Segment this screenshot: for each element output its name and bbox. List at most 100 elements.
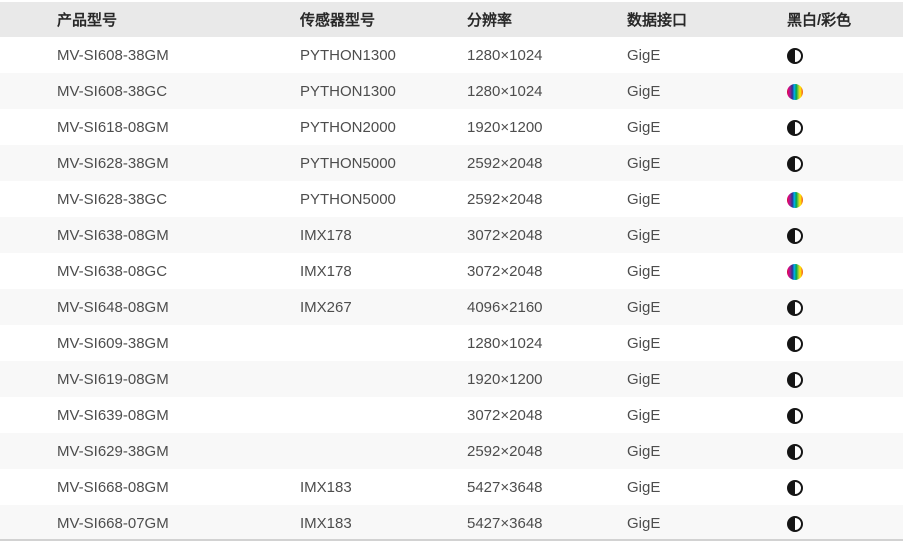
cell-sensor-model [300, 433, 467, 469]
cell-product-model: MV-SI628-38GC [0, 181, 300, 217]
cell-mono-color [787, 73, 903, 109]
table-row: MV-SI608-38GC PYTHON1300 1280×1024 GigE [0, 73, 903, 109]
table-body: MV-SI608-38GM PYTHON1300 1280×1024 GigE … [0, 37, 903, 541]
cell-sensor-model: PYTHON1300 [300, 73, 467, 109]
column-header-resolution: 分辨率 [467, 2, 627, 37]
table-row: MV-SI618-08GM PYTHON2000 1920×1200 GigE [0, 109, 903, 145]
mono-half-circle-icon [787, 48, 803, 64]
cell-resolution: 1920×1200 [467, 109, 627, 145]
cell-product-model: MV-SI609-38GM [0, 325, 300, 361]
cell-data-interface: GigE [627, 433, 787, 469]
table-row: MV-SI639-08GM 3072×2048 GigE [0, 397, 903, 433]
cell-mono-color [787, 253, 903, 289]
table-row: MV-SI629-38GM 2592×2048 GigE [0, 433, 903, 469]
cell-mono-color [787, 181, 903, 217]
column-header-sensor-model: 传感器型号 [300, 2, 467, 37]
camera-spec-table-page: 产品型号 传感器型号 分辨率 数据接口 黑白/彩色 MV-SI608-38GM … [0, 0, 903, 541]
cell-data-interface: GigE [627, 109, 787, 145]
cell-product-model: MV-SI629-38GM [0, 433, 300, 469]
table-row: MV-SI628-38GC PYTHON5000 2592×2048 GigE [0, 181, 903, 217]
cell-sensor-model: PYTHON5000 [300, 145, 467, 181]
table-row: MV-SI648-08GM IMX267 4096×2160 GigE [0, 289, 903, 325]
cell-product-model: MV-SI638-08GM [0, 217, 300, 253]
cell-resolution: 3072×2048 [467, 217, 627, 253]
cell-product-model: MV-SI608-38GC [0, 73, 300, 109]
rainbow-circle-icon [787, 84, 803, 100]
cell-product-model: MV-SI638-08GC [0, 253, 300, 289]
cell-product-model: MV-SI668-07GM [0, 505, 300, 541]
table-header-row: 产品型号 传感器型号 分辨率 数据接口 黑白/彩色 [0, 2, 903, 37]
cell-data-interface: GigE [627, 505, 787, 541]
rainbow-circle-icon [787, 192, 803, 208]
cell-mono-color [787, 217, 903, 253]
cell-resolution: 3072×2048 [467, 397, 627, 433]
cell-product-model: MV-SI619-08GM [0, 361, 300, 397]
cell-sensor-model: IMX178 [300, 217, 467, 253]
cell-sensor-model: PYTHON2000 [300, 109, 467, 145]
cell-resolution: 1920×1200 [467, 361, 627, 397]
cell-resolution: 5427×3648 [467, 469, 627, 505]
cell-data-interface: GigE [627, 37, 787, 73]
cell-sensor-model: IMX267 [300, 289, 467, 325]
camera-spec-table: 产品型号 传感器型号 分辨率 数据接口 黑白/彩色 MV-SI608-38GM … [0, 2, 903, 541]
cell-sensor-model: IMX183 [300, 469, 467, 505]
cell-product-model: MV-SI639-08GM [0, 397, 300, 433]
column-header-data-interface: 数据接口 [627, 2, 787, 37]
cell-resolution: 2592×2048 [467, 145, 627, 181]
table-row: MV-SI608-38GM PYTHON1300 1280×1024 GigE [0, 37, 903, 73]
cell-resolution: 1280×1024 [467, 325, 627, 361]
cell-resolution: 1280×1024 [467, 73, 627, 109]
cell-mono-color [787, 433, 903, 469]
mono-half-circle-icon [787, 480, 803, 496]
rainbow-circle-icon [787, 264, 803, 280]
mono-half-circle-icon [787, 156, 803, 172]
cell-data-interface: GigE [627, 361, 787, 397]
cell-data-interface: GigE [627, 469, 787, 505]
cell-product-model: MV-SI668-08GM [0, 469, 300, 505]
cell-mono-color [787, 325, 903, 361]
cell-mono-color [787, 37, 903, 73]
cell-sensor-model: PYTHON5000 [300, 181, 467, 217]
cell-mono-color [787, 469, 903, 505]
cell-mono-color [787, 145, 903, 181]
cell-resolution: 1280×1024 [467, 37, 627, 73]
cell-data-interface: GigE [627, 145, 787, 181]
cell-data-interface: GigE [627, 325, 787, 361]
mono-half-circle-icon [787, 120, 803, 136]
cell-sensor-model: IMX183 [300, 505, 467, 541]
cell-resolution: 5427×3648 [467, 505, 627, 541]
cell-data-interface: GigE [627, 289, 787, 325]
mono-half-circle-icon [787, 372, 803, 388]
table-row: MV-SI668-07GM IMX183 5427×3648 GigE [0, 505, 903, 541]
cell-data-interface: GigE [627, 181, 787, 217]
mono-half-circle-icon [787, 300, 803, 316]
table-row: MV-SI628-38GM PYTHON5000 2592×2048 GigE [0, 145, 903, 181]
table-row: MV-SI638-08GM IMX178 3072×2048 GigE [0, 217, 903, 253]
mono-half-circle-icon [787, 228, 803, 244]
cell-sensor-model: PYTHON1300 [300, 37, 467, 73]
cell-sensor-model [300, 325, 467, 361]
column-header-product-model: 产品型号 [0, 2, 300, 37]
cell-product-model: MV-SI628-38GM [0, 145, 300, 181]
table-row: MV-SI609-38GM 1280×1024 GigE [0, 325, 903, 361]
cell-resolution: 4096×2160 [467, 289, 627, 325]
cell-sensor-model [300, 397, 467, 433]
cell-mono-color [787, 289, 903, 325]
cell-resolution: 2592×2048 [467, 181, 627, 217]
mono-half-circle-icon [787, 444, 803, 460]
table-row: MV-SI619-08GM 1920×1200 GigE [0, 361, 903, 397]
table-row: MV-SI638-08GC IMX178 3072×2048 GigE [0, 253, 903, 289]
cell-product-model: MV-SI648-08GM [0, 289, 300, 325]
cell-resolution: 2592×2048 [467, 433, 627, 469]
cell-mono-color [787, 505, 903, 541]
cell-sensor-model: IMX178 [300, 253, 467, 289]
mono-half-circle-icon [787, 516, 803, 532]
column-header-mono-color: 黑白/彩色 [787, 2, 903, 37]
cell-mono-color [787, 109, 903, 145]
cell-data-interface: GigE [627, 217, 787, 253]
cell-mono-color [787, 397, 903, 433]
mono-half-circle-icon [787, 408, 803, 424]
cell-product-model: MV-SI608-38GM [0, 37, 300, 73]
cell-data-interface: GigE [627, 73, 787, 109]
cell-sensor-model [300, 361, 467, 397]
